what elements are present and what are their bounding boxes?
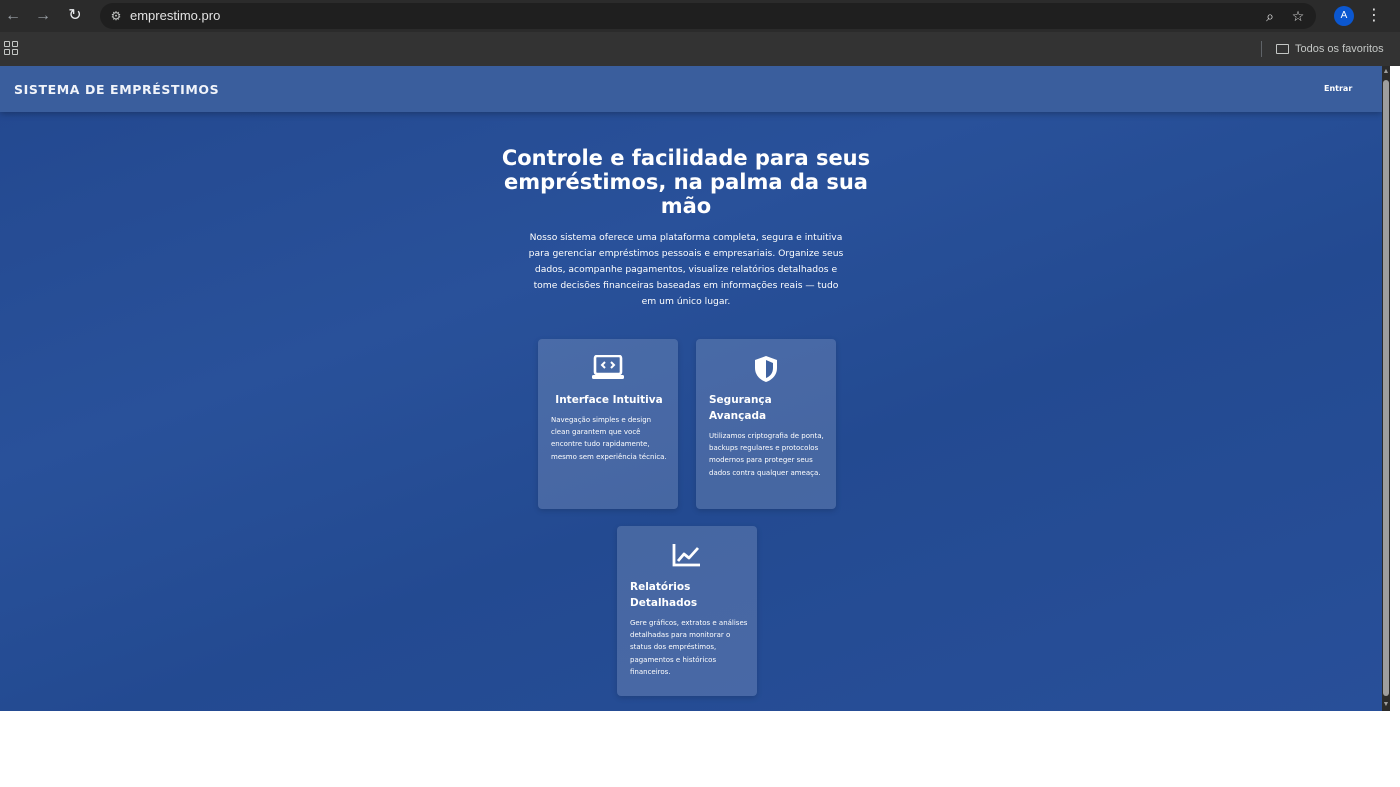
site-info-icon[interactable]: ⚙ bbox=[108, 8, 124, 24]
login-link[interactable]: Entrar bbox=[1324, 84, 1352, 93]
back-arrow-icon[interactable]: ← bbox=[2, 6, 24, 26]
address-bar[interactable]: ⚙ emprestimo.pro ⌕ ☆ bbox=[100, 3, 1316, 29]
apps-grid-icon[interactable] bbox=[4, 41, 18, 55]
bookmarks-divider bbox=[1261, 41, 1262, 57]
feature-card-interface: Interface Intuitiva Navegação simples e … bbox=[538, 339, 678, 509]
reload-icon[interactable]: ↻ bbox=[64, 6, 86, 26]
zoom-icon[interactable]: ⌕ bbox=[1262, 8, 1278, 24]
brand-logo-text[interactable]: SISTEMA DE EMPRÉSTIMOS bbox=[14, 82, 219, 97]
hero-title: Controle e facilidade para seus emprésti… bbox=[501, 146, 871, 218]
chart-line-icon bbox=[617, 542, 757, 570]
all-bookmarks-folder[interactable]: Todos os favoritos bbox=[1276, 41, 1384, 57]
bookmarks-bar: Todos os favoritos bbox=[0, 32, 1400, 66]
feature-card-text: Navegação simples e design clean garante… bbox=[551, 416, 667, 461]
forward-arrow-icon[interactable]: → bbox=[32, 6, 54, 26]
page-scrollbar[interactable]: ▲ ▼ bbox=[1382, 66, 1390, 711]
shield-icon bbox=[696, 355, 836, 383]
site-header: SISTEMA DE EMPRÉSTIMOS Entrar bbox=[0, 66, 1382, 112]
feature-card-title: Relatórios Detalhados bbox=[630, 581, 698, 609]
feature-card-reports: Relatórios Detalhados Gere gráficos, ext… bbox=[617, 526, 757, 696]
hero-description: Nosso sistema oferece uma plataforma com… bbox=[528, 232, 844, 307]
url-text[interactable]: emprestimo.pro bbox=[130, 8, 220, 24]
feature-card-title: Interface Intuitiva bbox=[555, 394, 663, 406]
feature-card-security: Segurança Avançada Utilizamos criptograf… bbox=[696, 339, 836, 509]
scrollbar-thumb[interactable] bbox=[1383, 80, 1389, 696]
laptop-code-icon bbox=[538, 355, 678, 383]
scroll-down-icon[interactable]: ▼ bbox=[1382, 701, 1390, 709]
feature-card-title: Segurança Avançada bbox=[709, 394, 772, 422]
feature-card-text: Utilizamos criptografia de ponta, backup… bbox=[709, 432, 824, 477]
browser-menu-icon[interactable]: ⋮ bbox=[1366, 6, 1382, 26]
all-bookmarks-label: Todos os favoritos bbox=[1295, 43, 1384, 55]
page-viewport: SISTEMA DE EMPRÉSTIMOS Entrar Controle e… bbox=[0, 66, 1382, 711]
bookmark-star-icon[interactable]: ☆ bbox=[1290, 8, 1306, 24]
scroll-up-icon[interactable]: ▲ bbox=[1382, 68, 1390, 76]
browser-toolbar: ← → ↻ ⚙ emprestimo.pro ⌕ ☆ A ⋮ bbox=[0, 0, 1400, 32]
profile-avatar[interactable]: A bbox=[1334, 6, 1354, 26]
feature-card-text: Gere gráficos, extratos e análises detal… bbox=[630, 619, 748, 676]
folder-icon bbox=[1276, 44, 1289, 54]
